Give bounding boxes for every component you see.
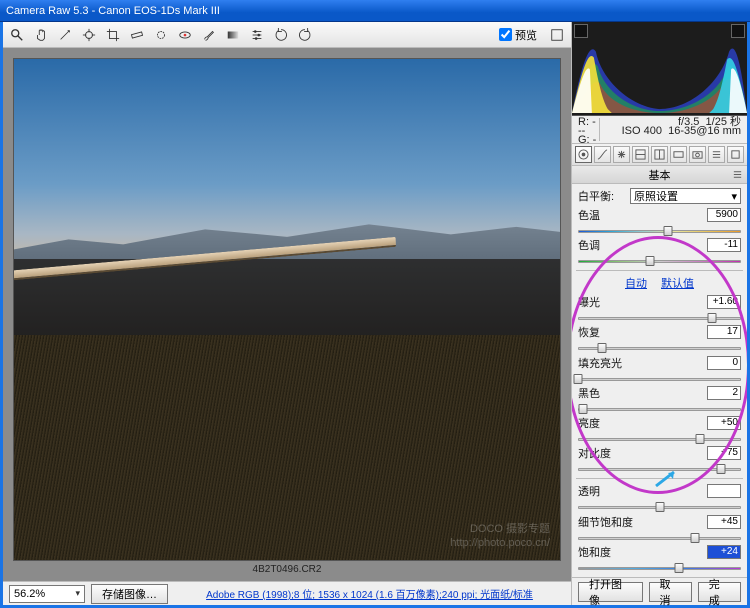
bright-value[interactable]: +50 xyxy=(707,416,741,430)
contrast-label: 对比度 xyxy=(578,445,626,461)
tint-value[interactable]: -11 xyxy=(707,238,741,252)
save-image-button[interactable]: 存储图像… xyxy=(91,584,168,604)
temp-value[interactable]: 5900 xyxy=(707,208,741,222)
recovery-value[interactable]: 17 xyxy=(707,325,741,339)
clarity-label: 透明 xyxy=(578,483,626,499)
preview-checkbox-input[interactable] xyxy=(499,28,512,41)
temp-label: 色温 xyxy=(578,207,626,223)
preview-checkbox[interactable]: 预览 xyxy=(493,27,543,43)
bright-label: 亮度 xyxy=(578,415,626,431)
auto-link[interactable]: 自动 xyxy=(625,275,647,291)
black-slider[interactable] xyxy=(578,404,741,410)
default-link[interactable]: 默认值 xyxy=(661,275,694,291)
wb-select[interactable]: 原照设置 ▾ xyxy=(630,188,741,204)
zoom-dropdown[interactable]: 56.2% ▾ xyxy=(9,585,85,603)
color-sampler-icon[interactable] xyxy=(79,25,99,45)
window-title: Camera Raw 5.3 - Canon EOS-1Ds Mark III xyxy=(6,0,220,21)
done-button[interactable]: 完成 xyxy=(698,582,741,602)
tab-lens[interactable] xyxy=(670,146,687,163)
tint-label: 色调 xyxy=(578,237,626,253)
recovery-slider[interactable] xyxy=(578,343,741,349)
exposure-label: 曝光 xyxy=(578,294,626,310)
workflow-link[interactable]: Adobe RGB (1998);8 位; 1536 x 1024 (1.6 百… xyxy=(174,586,565,601)
hand-tool-icon[interactable] xyxy=(31,25,51,45)
tab-detail[interactable] xyxy=(613,146,630,163)
photo-preview[interactable]: DOCO 摄影专题 http://photo.poco.cn/ xyxy=(13,58,561,561)
fill-label: 填充亮光 xyxy=(578,355,626,371)
tab-snapshots[interactable] xyxy=(727,146,744,163)
fullscreen-icon[interactable] xyxy=(547,25,567,45)
gradient-tool-icon[interactable] xyxy=(223,25,243,45)
status-bar: 56.2% ▾ 存储图像… Adobe RGB (1998);8 位; 1536… xyxy=(3,581,571,605)
tab-presets[interactable] xyxy=(708,146,725,163)
clarity-slider[interactable] xyxy=(578,502,741,508)
contrast-value[interactable]: +75 xyxy=(707,446,741,460)
open-image-button[interactable]: 打开图像 xyxy=(578,582,643,602)
preview-label: 预览 xyxy=(515,27,537,43)
vibrance-label: 细节饱和度 xyxy=(578,514,640,530)
redeye-tool-icon[interactable] xyxy=(175,25,195,45)
fill-slider[interactable] xyxy=(578,374,741,380)
tab-curve[interactable] xyxy=(594,146,611,163)
vibrance-value[interactable]: +45 xyxy=(707,515,741,529)
panel-menu-icon[interactable] xyxy=(732,169,743,180)
panel-title: 基本 xyxy=(572,166,747,184)
contrast-slider[interactable] xyxy=(578,464,741,470)
tab-camera[interactable] xyxy=(689,146,706,163)
exposure-value[interactable]: +1.60 xyxy=(707,295,741,309)
tab-split[interactable] xyxy=(651,146,668,163)
exposure-slider[interactable] xyxy=(578,313,741,319)
zoom-tool-icon[interactable] xyxy=(7,25,27,45)
fill-value[interactable]: 0 xyxy=(707,356,741,370)
black-value[interactable]: 2 xyxy=(707,386,741,400)
brush-tool-icon[interactable] xyxy=(199,25,219,45)
right-pane: R: --- G: --- B: --- f/3.5 1/25 秒 ISO 40… xyxy=(571,22,747,605)
saturation-slider[interactable] xyxy=(578,563,741,569)
temp-slider[interactable] xyxy=(578,226,741,232)
filename-label: 4B2T0496.CR2 xyxy=(13,561,561,577)
saturation-label: 饱和度 xyxy=(578,544,626,560)
zoom-value: 56.2% xyxy=(14,588,45,600)
left-pane: 预览 DOCO 摄影专题 http://photo.poco.cn/ 4B2T0… xyxy=(3,22,571,605)
wb-tool-icon[interactable] xyxy=(55,25,75,45)
vibrance-slider[interactable] xyxy=(578,533,741,539)
prefs-icon[interactable] xyxy=(247,25,267,45)
spot-tool-icon[interactable] xyxy=(151,25,171,45)
titlebar: Camera Raw 5.3 - Canon EOS-1Ds Mark III xyxy=(0,0,750,22)
saturation-value[interactable]: +24 xyxy=(707,545,741,559)
black-label: 黑色 xyxy=(578,385,626,401)
tab-hsl[interactable] xyxy=(632,146,649,163)
chevron-down-icon: ▾ xyxy=(731,190,737,203)
readout: R: --- G: --- B: --- f/3.5 1/25 秒 ISO 40… xyxy=(572,116,747,144)
tab-basic[interactable] xyxy=(575,146,592,163)
histogram[interactable] xyxy=(572,22,747,116)
rotate-ccw-icon[interactable] xyxy=(271,25,291,45)
watermark: DOCO 摄影专题 http://photo.poco.cn/ xyxy=(450,522,550,550)
bright-slider[interactable] xyxy=(578,434,741,440)
image-area: DOCO 摄影专题 http://photo.poco.cn/ 4B2T0496… xyxy=(3,48,571,581)
footer: 打开图像 取消 完成 xyxy=(572,577,747,605)
toolbar: 预览 xyxy=(3,22,571,48)
basic-panel: 白平衡: 原照设置 ▾ 色温5900 色调-11 自动 默认值 曝光+1.60 … xyxy=(572,184,747,577)
tint-slider[interactable] xyxy=(578,256,741,262)
chevron-down-icon: ▾ xyxy=(75,588,80,599)
wb-label: 白平衡: xyxy=(578,188,626,204)
tab-strip xyxy=(572,144,747,166)
wb-value: 原照设置 xyxy=(634,188,678,204)
straighten-tool-icon[interactable] xyxy=(127,25,147,45)
client-area: 预览 DOCO 摄影专题 http://photo.poco.cn/ 4B2T0… xyxy=(0,22,750,608)
recovery-label: 恢复 xyxy=(578,324,626,340)
crop-tool-icon[interactable] xyxy=(103,25,123,45)
clarity-value[interactable] xyxy=(707,484,741,498)
cancel-button[interactable]: 取消 xyxy=(649,582,692,602)
rotate-cw-icon[interactable] xyxy=(295,25,315,45)
